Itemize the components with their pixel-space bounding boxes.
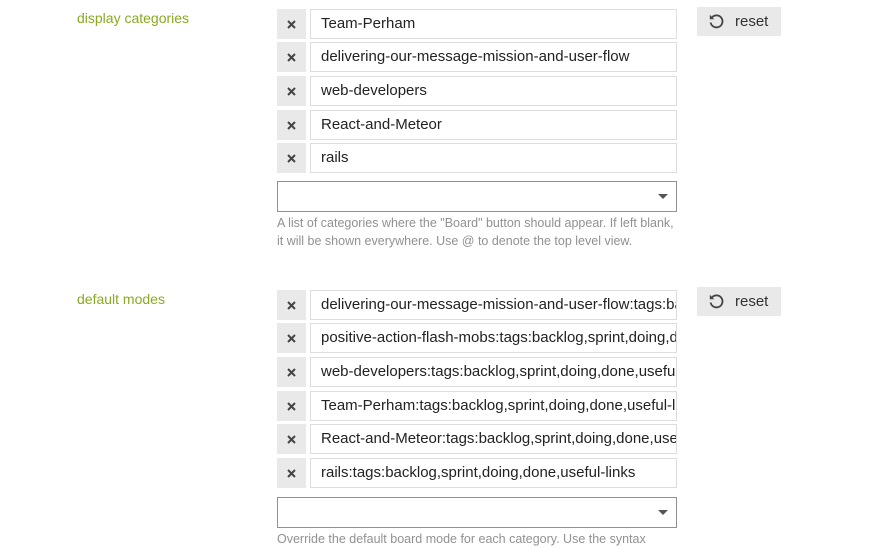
reset-button[interactable]: reset xyxy=(697,7,781,36)
list-item: web-developers:tags:backlog,sprint,doing… xyxy=(277,357,677,387)
list-item: web-developers xyxy=(277,76,677,106)
setting-label: default modes xyxy=(77,291,165,307)
value-field[interactable]: Team-Perham:tags:backlog,sprint,doing,do… xyxy=(310,391,677,421)
category-select[interactable] xyxy=(277,181,677,212)
value-field[interactable]: React-and-Meteor xyxy=(310,110,677,140)
list-item: positive-action-flash-mobs:tags:backlog,… xyxy=(277,323,677,353)
remove-value-button[interactable] xyxy=(277,290,306,320)
close-icon xyxy=(287,153,296,163)
close-icon xyxy=(287,468,296,478)
list-item: React-and-Meteor:tags:backlog,sprint,doi… xyxy=(277,424,677,454)
remove-value-button[interactable] xyxy=(277,424,306,454)
setting-label: display categories xyxy=(77,10,190,26)
chevron-down-icon xyxy=(658,510,668,515)
value-field[interactable]: delivering-our-message-mission-and-user-… xyxy=(310,290,677,320)
setting-description: Override the default board mode for each… xyxy=(277,532,646,546)
value-field[interactable]: rails xyxy=(310,143,677,173)
list-item: delivering-our-message-mission-and-user-… xyxy=(277,290,677,320)
remove-value-button[interactable] xyxy=(277,357,306,387)
close-icon xyxy=(287,120,296,130)
remove-value-button[interactable] xyxy=(277,323,306,353)
list-item: Team-Perham:tags:backlog,sprint,doing,do… xyxy=(277,391,677,421)
list-item: React-and-Meteor xyxy=(277,110,677,140)
remove-value-button[interactable] xyxy=(277,9,306,39)
list-item: rails xyxy=(277,143,677,173)
close-icon xyxy=(287,401,296,411)
remove-value-button[interactable] xyxy=(277,458,306,488)
value-field[interactable]: positive-action-flash-mobs:tags:backlog,… xyxy=(310,323,677,353)
list-item: rails:tags:backlog,sprint,doing,done,use… xyxy=(277,458,677,488)
reset-label: reset xyxy=(735,293,769,310)
setting-display-categories: display categories Team-Perham deliverin… xyxy=(0,7,886,269)
setting-description: A list of categories where the "Board" b… xyxy=(277,216,674,248)
mode-select[interactable] xyxy=(277,497,677,528)
undo-icon xyxy=(708,293,725,310)
remove-value-button[interactable] xyxy=(277,42,306,72)
undo-icon xyxy=(708,13,725,30)
close-icon xyxy=(287,52,296,62)
value-field[interactable]: Team-Perham xyxy=(310,9,677,39)
close-icon xyxy=(287,333,296,343)
reset-button[interactable]: reset xyxy=(697,287,781,316)
close-icon xyxy=(287,19,296,29)
close-icon xyxy=(287,86,296,96)
value-field[interactable]: delivering-our-message-mission-and-user-… xyxy=(310,42,677,72)
close-icon xyxy=(287,300,296,310)
close-icon xyxy=(287,367,296,377)
value-field[interactable]: web-developers:tags:backlog,sprint,doing… xyxy=(310,357,677,387)
remove-value-button[interactable] xyxy=(277,143,306,173)
reset-label: reset xyxy=(735,13,769,30)
value-field[interactable]: React-and-Meteor:tags:backlog,sprint,doi… xyxy=(310,424,677,454)
close-icon xyxy=(287,434,296,444)
value-field[interactable]: rails:tags:backlog,sprint,doing,done,use… xyxy=(310,458,677,488)
remove-value-button[interactable] xyxy=(277,110,306,140)
list-item: Team-Perham xyxy=(277,9,677,39)
remove-value-button[interactable] xyxy=(277,76,306,106)
chevron-down-icon xyxy=(658,194,668,199)
remove-value-button[interactable] xyxy=(277,391,306,421)
list-item: delivering-our-message-mission-and-user-… xyxy=(277,42,677,72)
setting-default-modes: default modes delivering-our-message-mis… xyxy=(0,287,886,546)
value-field[interactable]: web-developers xyxy=(310,76,677,106)
